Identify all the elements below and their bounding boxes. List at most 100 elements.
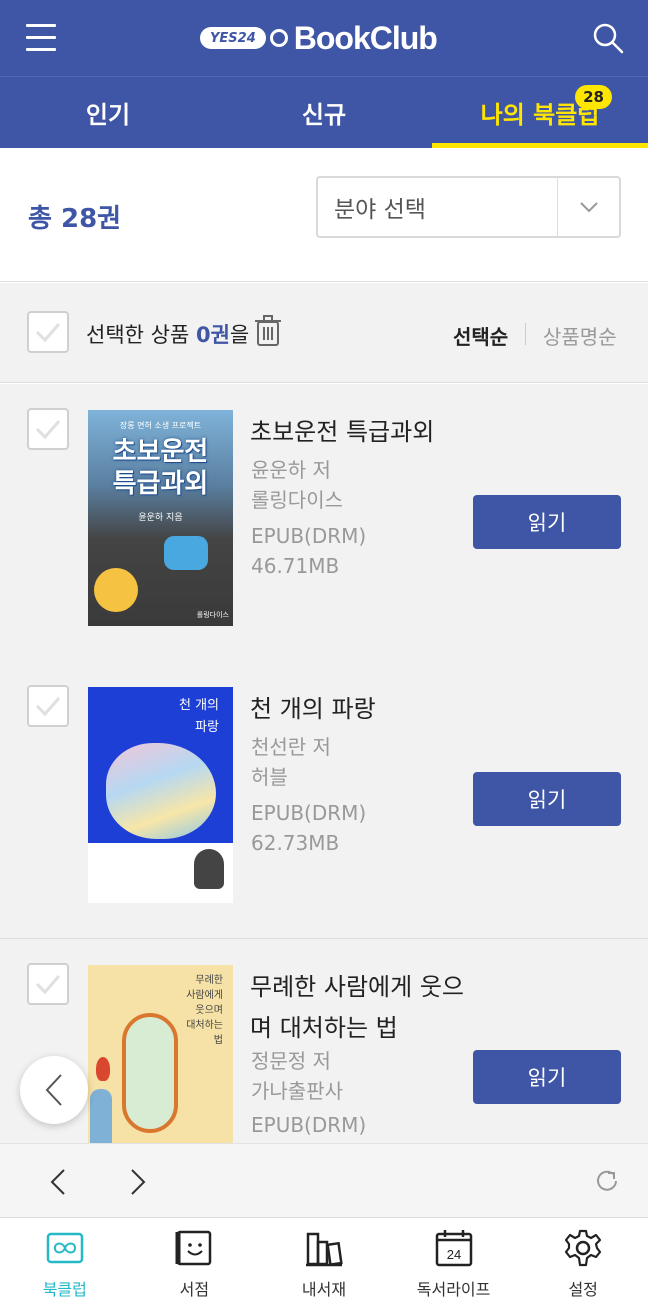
browser-toolbar: [0, 1143, 648, 1217]
forward-icon[interactable]: [130, 1168, 146, 1196]
bottom-navigation: 북클럽 서점 내서재 24 독서라이프 설정: [0, 1217, 648, 1308]
chevron-down-icon: [557, 178, 619, 236]
nav-label: 내서재: [301, 1280, 347, 1299]
sort-selected-order[interactable]: 선택순: [453, 321, 508, 350]
sort-by-name[interactable]: 상품명순: [543, 321, 617, 350]
cover-title: 천 개의 파랑: [88, 695, 233, 739]
nav-label: 설정: [568, 1280, 598, 1299]
cover-vase-illustration: [90, 1089, 112, 1149]
cover-title: 무례한 사람에게 웃으며 대처하는 법: [186, 973, 223, 1048]
library-icon: [305, 1232, 343, 1267]
check-icon: [35, 420, 61, 440]
check-icon: [35, 975, 61, 995]
nav-label: 독서라이프: [416, 1280, 491, 1299]
back-icon[interactable]: [50, 1168, 66, 1196]
book-author: 정문정 저: [251, 1049, 331, 1073]
menu-icon[interactable]: [26, 24, 56, 52]
category-select[interactable]: 분야 선택: [316, 176, 621, 238]
tab-label: 인기: [85, 101, 131, 129]
total-count: 총 28권: [28, 204, 122, 234]
book-publisher: 가나출판사: [251, 1079, 343, 1103]
book-item: 천 개의 파랑 천 개의 파랑 천선란 저 허블 EPUB(DRM) 62.73…: [0, 661, 648, 939]
sort-divider: [525, 323, 526, 345]
book-checkbox[interactable]: [27, 408, 69, 450]
cover-title-line: 웃으며: [195, 1005, 223, 1016]
selection-count: 0권: [195, 323, 230, 347]
main-tabs: 인기 신규 나의 북클럽 28: [0, 76, 648, 148]
tab-label: 신규: [301, 101, 347, 129]
read-button[interactable]: 읽기: [473, 1050, 621, 1104]
book-author: 천선란 저: [251, 735, 331, 759]
cover-sticker: [94, 568, 138, 612]
book-title[interactable]: 초보운전 특급과외: [250, 412, 480, 453]
cover-title-line: 천 개의: [178, 698, 219, 713]
cover-car-illustration: [164, 536, 208, 570]
cover-title-line: 초보운전: [112, 437, 209, 467]
selection-suffix: 을: [229, 323, 250, 347]
cover-title-line: 파랑: [195, 720, 219, 735]
calendar-date: 24: [446, 1247, 460, 1262]
selection-text: 선택한 상품 0권을: [86, 319, 249, 349]
cover-title-line: 특급과외: [112, 469, 209, 499]
logo-ring: [269, 29, 288, 47]
floating-back-button[interactable]: [20, 1056, 88, 1124]
logo-text: BookClub: [293, 19, 438, 56]
book-size: 62.73MB: [251, 831, 340, 855]
book-format: EPUB(DRM): [251, 524, 367, 548]
book-format: EPUB(DRM): [251, 801, 367, 825]
book-author: 윤운하 저: [251, 458, 331, 482]
book-format: EPUB(DRM): [251, 1113, 367, 1137]
trash-icon[interactable]: [254, 315, 282, 347]
nav-store[interactable]: 서점: [130, 1218, 260, 1308]
count-badge: 28: [575, 85, 612, 109]
book-checkbox[interactable]: [27, 685, 69, 727]
read-button[interactable]: 읽기: [473, 495, 621, 549]
book-cover[interactable]: 장롱 면허 소생 프로젝트 초보운전 특급과외 윤운하 지음 롤링다이스: [88, 410, 233, 626]
cover-title: 초보운전 특급과외: [88, 436, 233, 500]
gear-icon: [565, 1229, 602, 1267]
select-all-checkbox[interactable]: [27, 311, 69, 353]
book-checkbox[interactable]: [27, 963, 69, 1005]
cover-author-photo: [194, 849, 224, 889]
book-cover[interactable]: 천 개의 파랑: [88, 687, 233, 903]
read-button[interactable]: 읽기: [473, 772, 621, 826]
cover-cloud-illustration: [106, 743, 216, 839]
nav-bookclub[interactable]: 북클럽: [0, 1218, 130, 1308]
tab-new[interactable]: 신규: [216, 77, 432, 148]
check-icon: [35, 697, 61, 717]
nav-settings[interactable]: 설정: [518, 1218, 648, 1308]
cover-publisher: 롤링다이스: [196, 611, 229, 619]
nav-reading-life[interactable]: 24 독서라이프: [389, 1218, 519, 1308]
tab-my-bookclub[interactable]: 나의 북클럽 28: [432, 77, 648, 148]
cover-title-line: 무례한: [195, 975, 223, 986]
selection-bar: 선택한 상품 0권을 선택순 상품명순: [0, 283, 648, 383]
selection-prefix: 선택한 상품: [86, 323, 196, 347]
chevron-left-icon: [45, 1074, 62, 1106]
refresh-icon[interactable]: [594, 1168, 620, 1194]
book-publisher: 롤링다이스: [251, 488, 343, 512]
app-header: YES24 BookClub: [0, 0, 648, 76]
tab-popular[interactable]: 인기: [0, 77, 216, 148]
cover-tagline: 장롱 면허 소생 프로젝트: [119, 421, 202, 430]
calendar-icon: 24: [435, 1230, 472, 1267]
nav-label: 북클럽: [42, 1280, 87, 1299]
book-title[interactable]: 천 개의 파랑: [250, 689, 480, 730]
cover-flower-illustration: [96, 1057, 110, 1081]
cover-title-line: 법: [213, 1035, 223, 1046]
app-logo[interactable]: YES24 BookClub: [200, 18, 438, 58]
logo-badge: YES24: [200, 27, 266, 49]
cover-title-line: 대처하는: [186, 1020, 223, 1031]
nav-label: 서점: [179, 1280, 210, 1299]
cover-mirror-illustration: [122, 1013, 178, 1133]
search-icon[interactable]: [592, 22, 624, 54]
summary-bar: 총 28권 분야 선택: [0, 148, 648, 282]
book-item: 장롱 면허 소생 프로젝트 초보운전 특급과외 윤운하 지음 롤링다이스 초보운…: [0, 384, 648, 662]
book-title[interactable]: 무례한 사람에게 웃으며 대처하는 법: [250, 967, 480, 1049]
book-size: 46.71MB: [251, 554, 340, 578]
category-select-label: 분야 선택: [334, 197, 426, 223]
cover-author: 윤운하 지음: [138, 513, 183, 523]
book-publisher: 허블: [251, 765, 288, 789]
nav-library[interactable]: 내서재: [259, 1218, 389, 1308]
store-icon: [175, 1230, 212, 1266]
bookclub-icon: [46, 1232, 84, 1264]
